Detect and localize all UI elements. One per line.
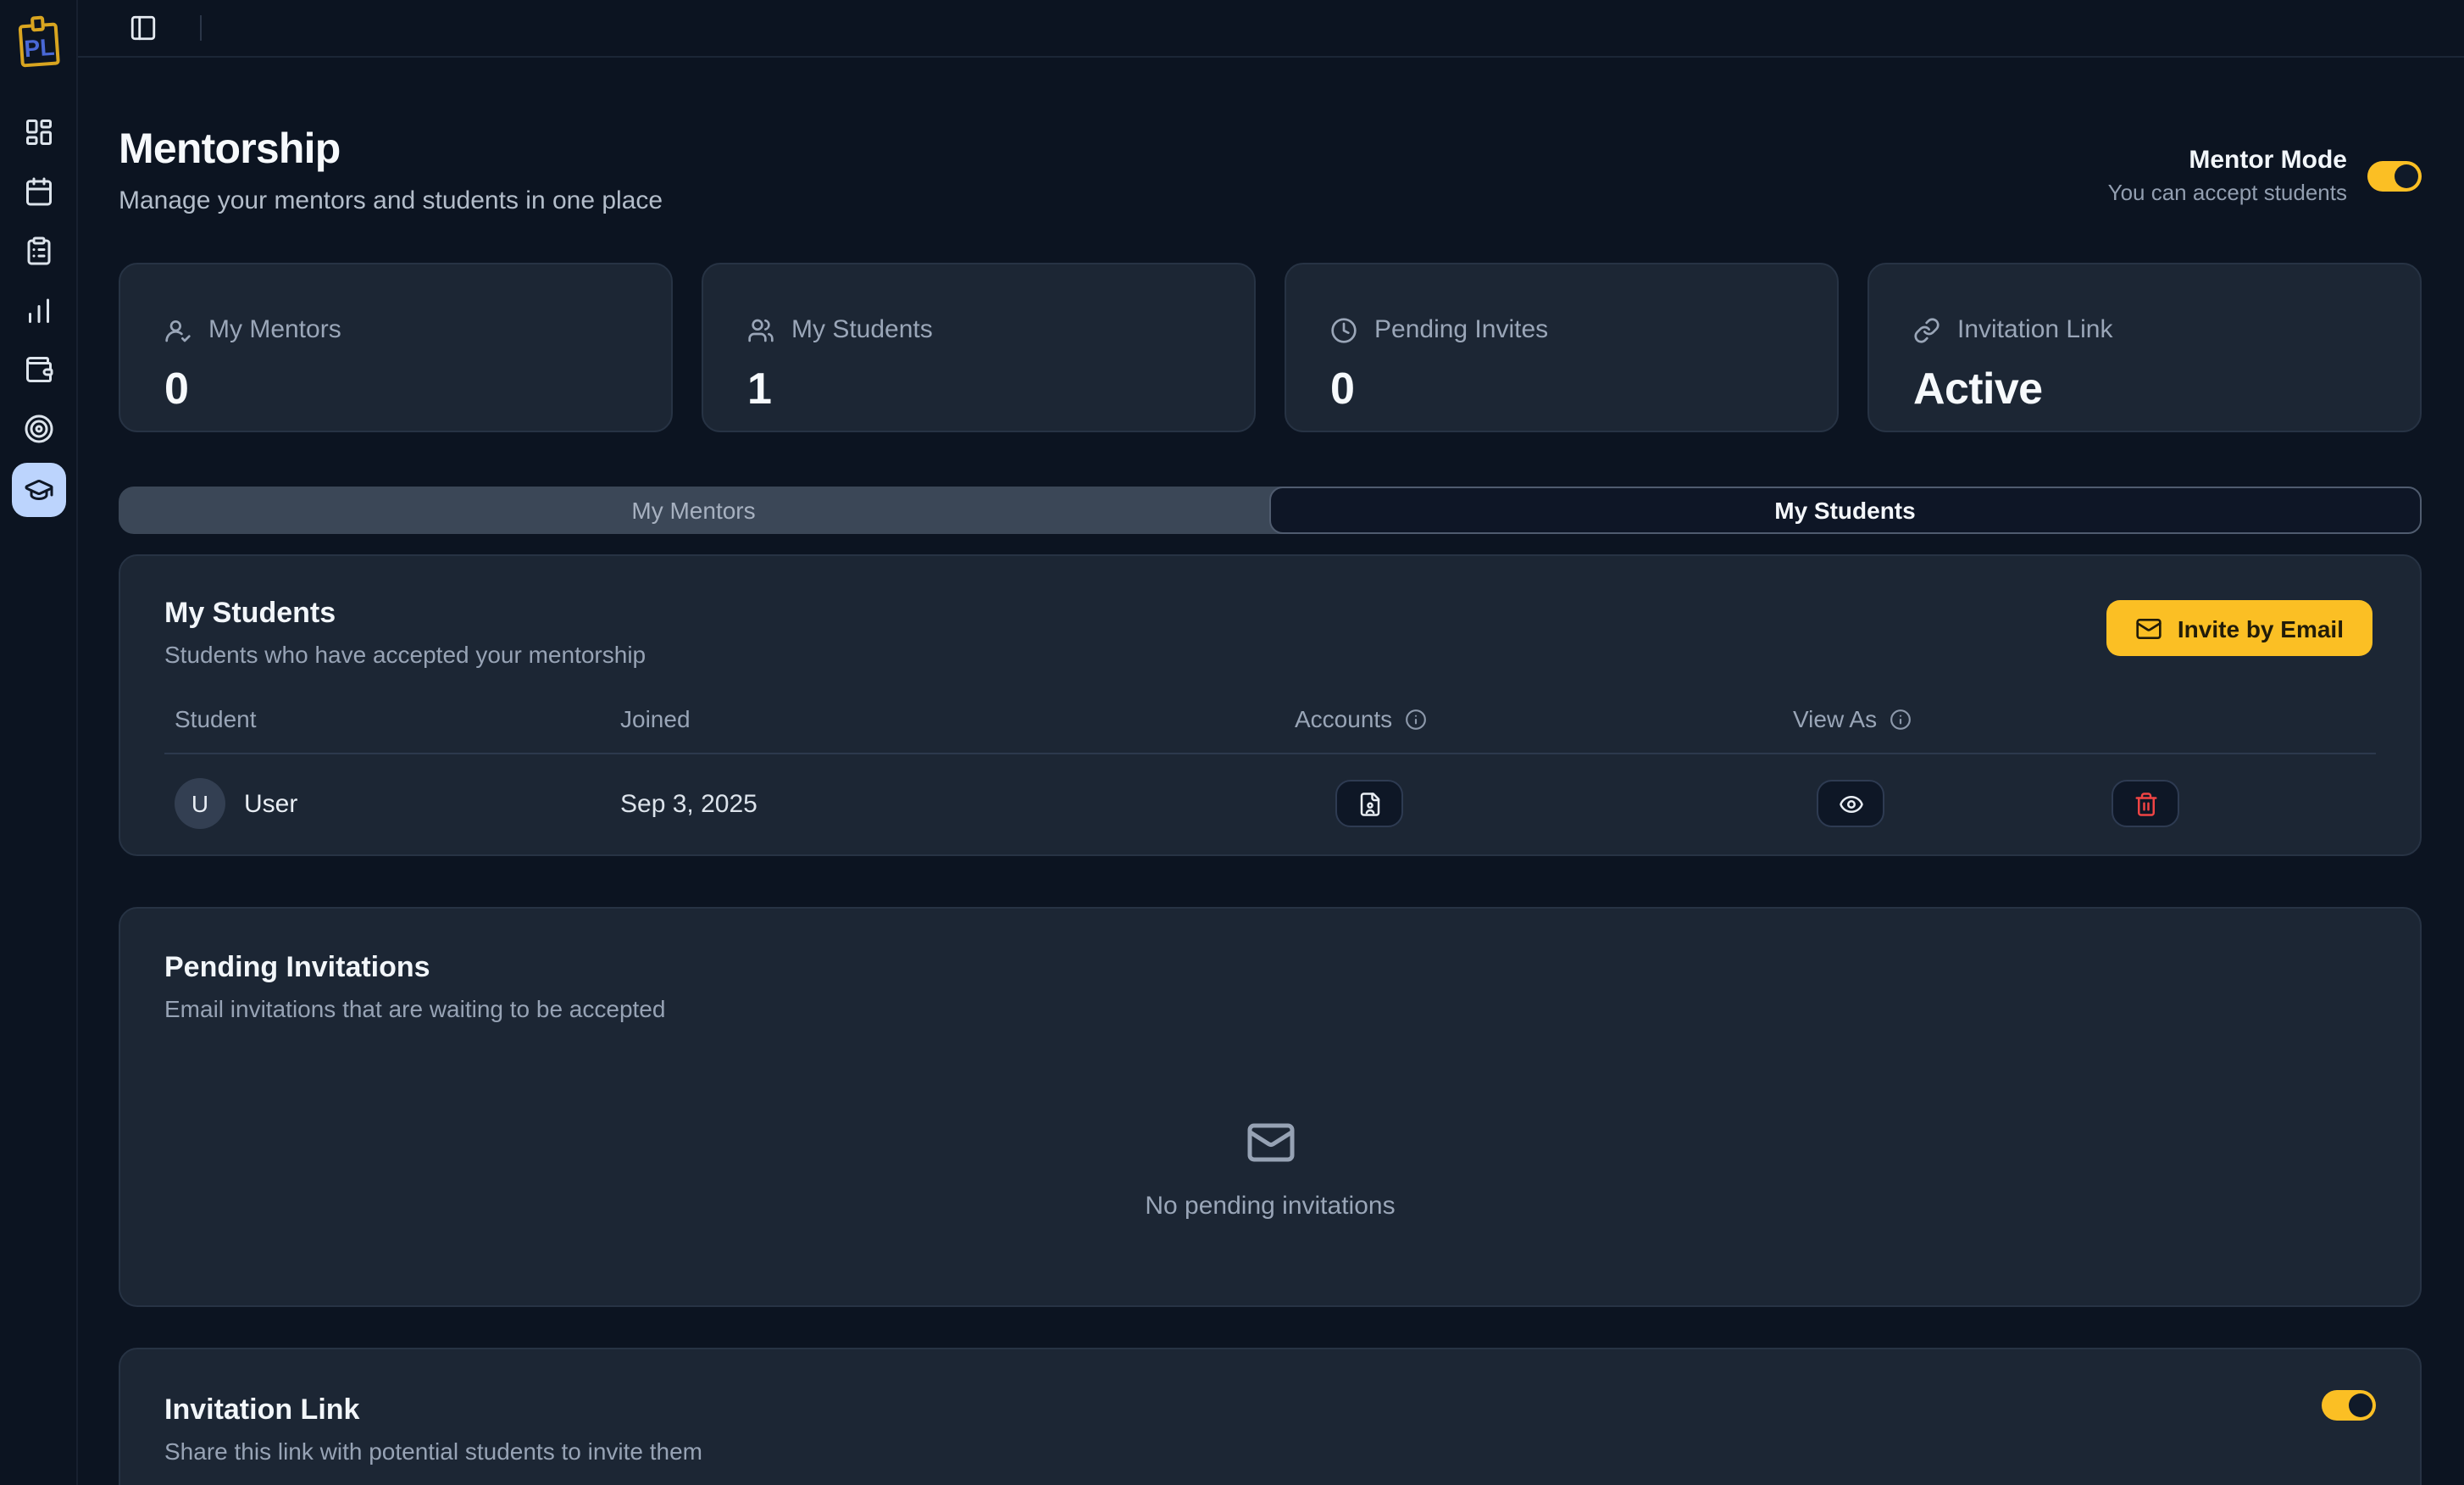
page-subtitle: Manage your mentors and students in one … xyxy=(119,186,663,215)
stat-value: Active xyxy=(1913,363,2376,415)
my-students-panel: My Students Students who have accepted y… xyxy=(119,554,2422,856)
column-joined-label: Joined xyxy=(620,705,691,732)
remove-student-button[interactable] xyxy=(2112,780,2179,827)
column-student: Student xyxy=(164,705,610,732)
top-bar xyxy=(78,0,2464,58)
tab-my-mentors[interactable]: My Mentors xyxy=(119,487,1268,534)
student-name: User xyxy=(244,789,297,818)
clock-icon xyxy=(1330,316,1357,343)
calendar-icon xyxy=(23,175,53,206)
sidebar-item-mentorship[interactable] xyxy=(11,463,65,517)
eye-icon xyxy=(1838,791,1863,816)
trash-icon xyxy=(2133,791,2158,816)
stat-value: 1 xyxy=(747,363,1210,415)
page-title: Mentorship xyxy=(119,125,663,175)
mentor-student-tabs: My Mentors My Students xyxy=(119,487,2422,534)
users-icon xyxy=(747,316,774,343)
stat-card-my-students: My Students 1 xyxy=(702,263,1256,432)
link-panel-subtitle: Share this link with potential students … xyxy=(164,1438,2376,1465)
pending-empty-state: No pending invitations xyxy=(164,1117,2376,1221)
stat-value: 0 xyxy=(164,363,627,415)
link-panel-title: Invitation Link xyxy=(164,1393,2376,1427)
invite-by-email-button[interactable]: Invite by Email xyxy=(2106,600,2372,656)
user-check-icon xyxy=(164,316,191,343)
pending-invitations-panel: Pending Invitations Email invitations th… xyxy=(119,907,2422,1307)
app-logo[interactable]: PL xyxy=(11,12,65,73)
column-joined: Joined xyxy=(610,705,1285,732)
sidebar-item-goals[interactable] xyxy=(11,403,65,453)
file-user-icon xyxy=(1357,791,1382,816)
column-view-as-label: View As xyxy=(1793,705,1877,732)
clipboard-list-icon xyxy=(23,235,53,265)
toggle-knob xyxy=(2395,164,2418,187)
topbar-divider xyxy=(200,15,202,41)
mentorship-page: PL xyxy=(0,0,2464,1485)
stat-card-my-mentors: My Mentors 0 xyxy=(119,263,673,432)
mail-icon xyxy=(1245,1117,1296,1168)
stat-card-pending-invites: Pending Invites 0 xyxy=(1285,263,1839,432)
column-view-as: View As xyxy=(1783,705,2101,732)
stat-label: Pending Invites xyxy=(1374,315,1548,344)
page-header: Mentorship Manage your mentors and stude… xyxy=(119,125,2422,215)
sidebar-toggle-button[interactable] xyxy=(124,9,161,47)
students-table-header: Student Joined Accounts View As xyxy=(164,705,2376,732)
students-panel-title: My Students xyxy=(164,597,2376,631)
info-icon[interactable] xyxy=(1889,708,1911,730)
panel-left-icon xyxy=(128,14,157,42)
mentor-mode-label: Mentor Mode xyxy=(2108,146,2347,175)
column-accounts: Accounts xyxy=(1285,705,1783,732)
mail-icon xyxy=(2135,615,2162,642)
stat-card-invitation-link: Invitation Link Active xyxy=(1867,263,2422,432)
sidebar-item-analytics[interactable] xyxy=(11,285,65,334)
sidebar-item-wallet[interactable] xyxy=(11,344,65,393)
mentor-mode-toggle[interactable] xyxy=(2367,160,2422,191)
sidebar: PL xyxy=(0,0,78,1485)
target-icon xyxy=(23,413,53,443)
student-accounts-button[interactable] xyxy=(1335,780,1403,827)
stats-row: My Mentors 0 My Students 1 Pending Invit… xyxy=(119,263,2422,432)
main-content: Mentorship Manage your mentors and stude… xyxy=(78,58,2464,1485)
info-icon[interactable] xyxy=(1404,708,1426,730)
bar-chart-icon xyxy=(23,294,53,325)
invitation-link-toggle[interactable] xyxy=(2322,1390,2376,1421)
link-icon xyxy=(1913,316,1940,343)
mentor-mode-control: Mentor Mode You can accept students xyxy=(2108,146,2422,205)
tab-my-students[interactable]: My Students xyxy=(1268,487,2422,534)
view-as-student-button[interactable] xyxy=(1817,780,1884,827)
stat-label: My Mentors xyxy=(208,315,341,344)
student-joined-date: Sep 3, 2025 xyxy=(610,789,1285,818)
pl-logo-icon: PL xyxy=(13,14,64,71)
sidebar-item-calendar[interactable] xyxy=(11,166,65,215)
sidebar-item-dashboard[interactable] xyxy=(11,107,65,156)
students-panel-subtitle: Students who have accepted your mentorsh… xyxy=(164,641,2376,668)
student-row: U User Sep 3, 2025 xyxy=(164,754,2376,853)
pending-panel-title: Pending Invitations xyxy=(164,951,2376,985)
stat-value: 0 xyxy=(1330,363,1793,415)
toggle-knob xyxy=(2349,1393,2372,1417)
invitation-link-panel: Invitation Link Share this link with pot… xyxy=(119,1348,2422,1485)
wallet-icon xyxy=(23,353,53,384)
column-accounts-label: Accounts xyxy=(1295,705,1392,732)
logo-text: PL xyxy=(23,34,55,62)
student-avatar: U xyxy=(175,778,225,829)
invite-button-label: Invite by Email xyxy=(2178,615,2344,642)
stat-label: My Students xyxy=(791,315,933,344)
pending-empty-text: No pending invitations xyxy=(1145,1192,1395,1221)
column-student-label: Student xyxy=(175,705,257,732)
stat-label: Invitation Link xyxy=(1957,315,2112,344)
graduation-cap-icon xyxy=(23,475,53,505)
pending-panel-subtitle: Email invitations that are waiting to be… xyxy=(164,995,2376,1022)
mentor-mode-description: You can accept students xyxy=(2108,180,2347,205)
sidebar-nav xyxy=(11,107,65,517)
sidebar-item-tasks[interactable] xyxy=(11,225,65,275)
layout-dashboard-icon xyxy=(23,116,53,147)
